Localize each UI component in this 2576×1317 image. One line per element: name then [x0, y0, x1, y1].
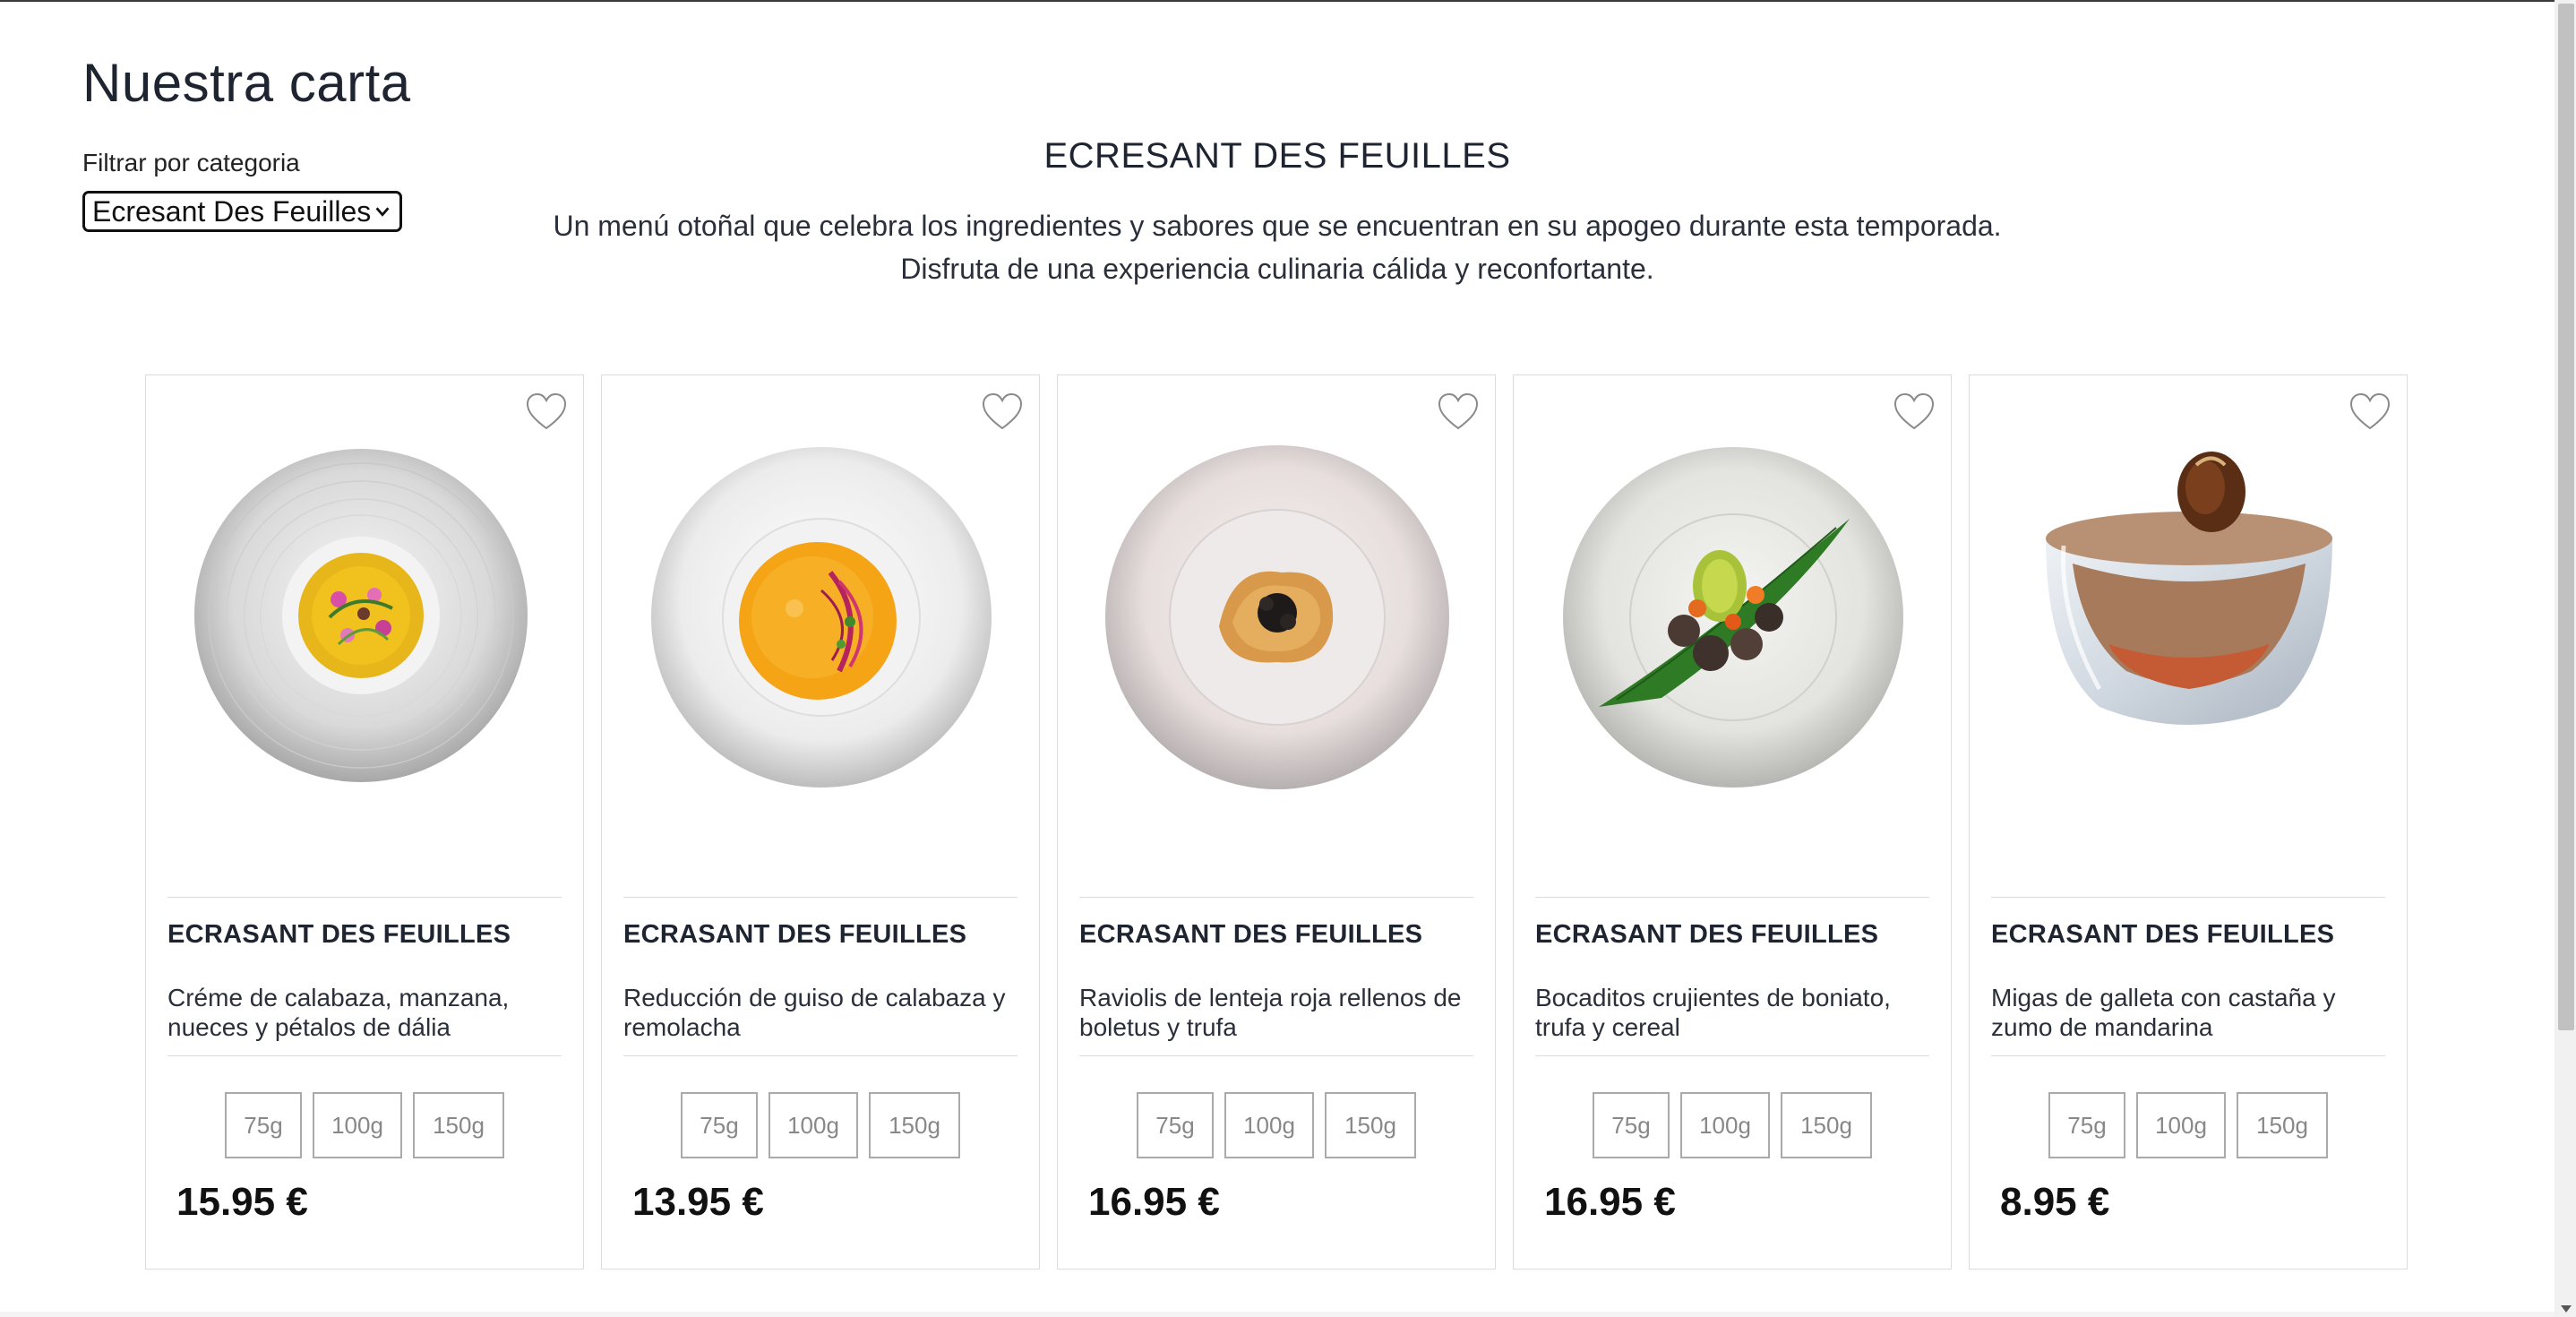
dish-image [651, 447, 992, 788]
size-option-75g[interactable]: 75g [2048, 1092, 2125, 1158]
dish-name: ECRASANT DES FEUILLES [1991, 920, 2335, 949]
size-options: 75g 100g 150g [1514, 1092, 1951, 1158]
divider [1079, 897, 1473, 898]
menu-description-line2: Disfruta de una experiencia culinaria cá… [900, 253, 1654, 285]
divider [623, 897, 1018, 898]
dish-price: 8.95 € [2000, 1180, 2110, 1224]
category-select-value: Ecresant Des Feuilles [92, 194, 372, 228]
size-option-150g[interactable]: 150g [1325, 1092, 1416, 1158]
scrollbar-thumb[interactable] [2558, 4, 2574, 1030]
dish-name: ECRASANT DES FEUILLES [1535, 920, 1879, 949]
divider [1535, 1055, 1929, 1056]
dish-card: ECRASANT DES FEUILLES Créme de calabaza,… [145, 374, 584, 1270]
size-options: 75g 100g 150g [146, 1092, 583, 1158]
page-bottom-edge [0, 1312, 2555, 1317]
size-option-75g[interactable]: 75g [1137, 1092, 1214, 1158]
dish-description: Bocaditos crujientes de boniato, trufa y… [1535, 984, 1891, 1041]
heart-outline-icon[interactable] [2348, 390, 2392, 435]
page-title: Nuestra carta [82, 53, 411, 113]
dish-name: ECRASANT DES FEUILLES [167, 920, 511, 949]
divider [1991, 897, 2385, 898]
dish-description: Créme de calabaza, manzana, nueces y pét… [167, 984, 510, 1041]
size-option-75g[interactable]: 75g [1593, 1092, 1670, 1158]
heart-outline-icon[interactable] [1892, 390, 1936, 435]
dish-description: Reducción de guiso de calabaza y remolac… [623, 984, 1006, 1041]
heart-outline-icon[interactable] [524, 390, 569, 435]
dish-image [194, 449, 528, 782]
divider [1991, 1055, 2385, 1056]
dish-description: Raviolis de lenteja roja rellenos de bol… [1079, 984, 1462, 1041]
menu-description-line1: Un menú otoñal que celebra los ingredien… [553, 210, 2002, 242]
dish-price: 15.95 € [176, 1180, 308, 1224]
size-option-100g[interactable]: 100g [313, 1092, 402, 1158]
dish-image [2046, 452, 2332, 725]
size-option-150g[interactable]: 150g [413, 1092, 504, 1158]
dish-image [1563, 447, 1903, 788]
size-option-150g[interactable]: 150g [2237, 1092, 2328, 1158]
divider [1535, 897, 1929, 898]
dish-card: ECRASANT DES FEUILLES Reducción de guiso… [601, 374, 1040, 1270]
dish-name: ECRASANT DES FEUILLES [1079, 920, 1423, 949]
size-option-100g[interactable]: 100g [2136, 1092, 2226, 1158]
size-option-75g[interactable]: 75g [681, 1092, 758, 1158]
dish-price: 16.95 € [1544, 1180, 1676, 1224]
dish-image [1105, 445, 1449, 789]
divider [167, 897, 562, 898]
menu-description: Un menú otoñal que celebra los ingredien… [358, 204, 2196, 290]
divider [1079, 1055, 1473, 1056]
size-option-150g[interactable]: 150g [869, 1092, 960, 1158]
dish-description: Migas de galleta con castaña y zumo de m… [1991, 984, 2336, 1041]
dish-card: ECRASANT DES FEUILLES Migas de galleta c… [1969, 374, 2408, 1270]
size-option-150g[interactable]: 150g [1781, 1092, 1872, 1158]
size-option-100g[interactable]: 100g [1680, 1092, 1770, 1158]
size-options: 75g 100g 150g [602, 1092, 1039, 1158]
dish-price: 16.95 € [1088, 1180, 1220, 1224]
size-option-75g[interactable]: 75g [225, 1092, 302, 1158]
dish-price: 13.95 € [632, 1180, 764, 1224]
size-option-100g[interactable]: 100g [769, 1092, 858, 1158]
category-select[interactable]: Ecresant Des Feuilles [82, 191, 402, 232]
heart-outline-icon[interactable] [1436, 390, 1481, 435]
page: Nuestra carta Filtrar por categoria Ecre… [0, 0, 2555, 1317]
dish-list: ECRASANT DES FEUILLES Créme de calabaza,… [145, 374, 2408, 1270]
size-options: 75g 100g 150g [1058, 1092, 1495, 1158]
size-options: 75g 100g 150g [1970, 1092, 2407, 1158]
dish-name: ECRASANT DES FEUILLES [623, 920, 967, 949]
size-option-100g[interactable]: 100g [1224, 1092, 1314, 1158]
heart-outline-icon[interactable] [980, 390, 1025, 435]
divider [167, 1055, 562, 1056]
vertical-scrollbar[interactable] [2555, 0, 2576, 1317]
dish-card: ECRASANT DES FEUILLES Raviolis de lentej… [1057, 374, 1496, 1270]
divider [623, 1055, 1018, 1056]
scroll-down-arrow-icon[interactable] [2560, 1304, 2572, 1313]
dish-card: ECRASANT DES FEUILLES Bocaditos crujient… [1513, 374, 1952, 1270]
menu-heading: ECRESANT DES FEUILLES [1043, 136, 1511, 176]
